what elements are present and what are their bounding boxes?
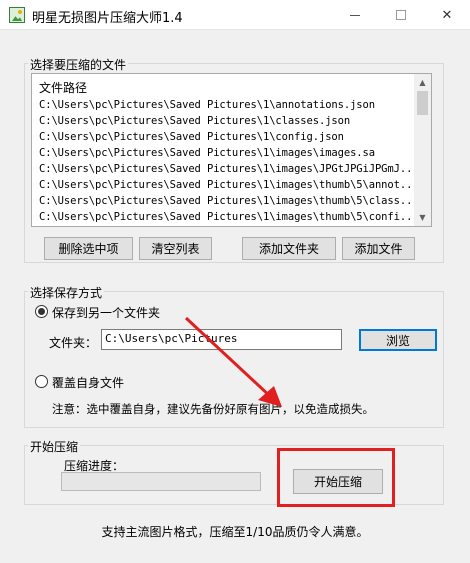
footer-tagline: 支持主流图片格式，压缩至1/10品质仍令人满意。 xyxy=(101,525,369,539)
highlight-box xyxy=(277,448,395,507)
annotation-arrow xyxy=(184,316,282,407)
arrow-line xyxy=(184,316,274,400)
